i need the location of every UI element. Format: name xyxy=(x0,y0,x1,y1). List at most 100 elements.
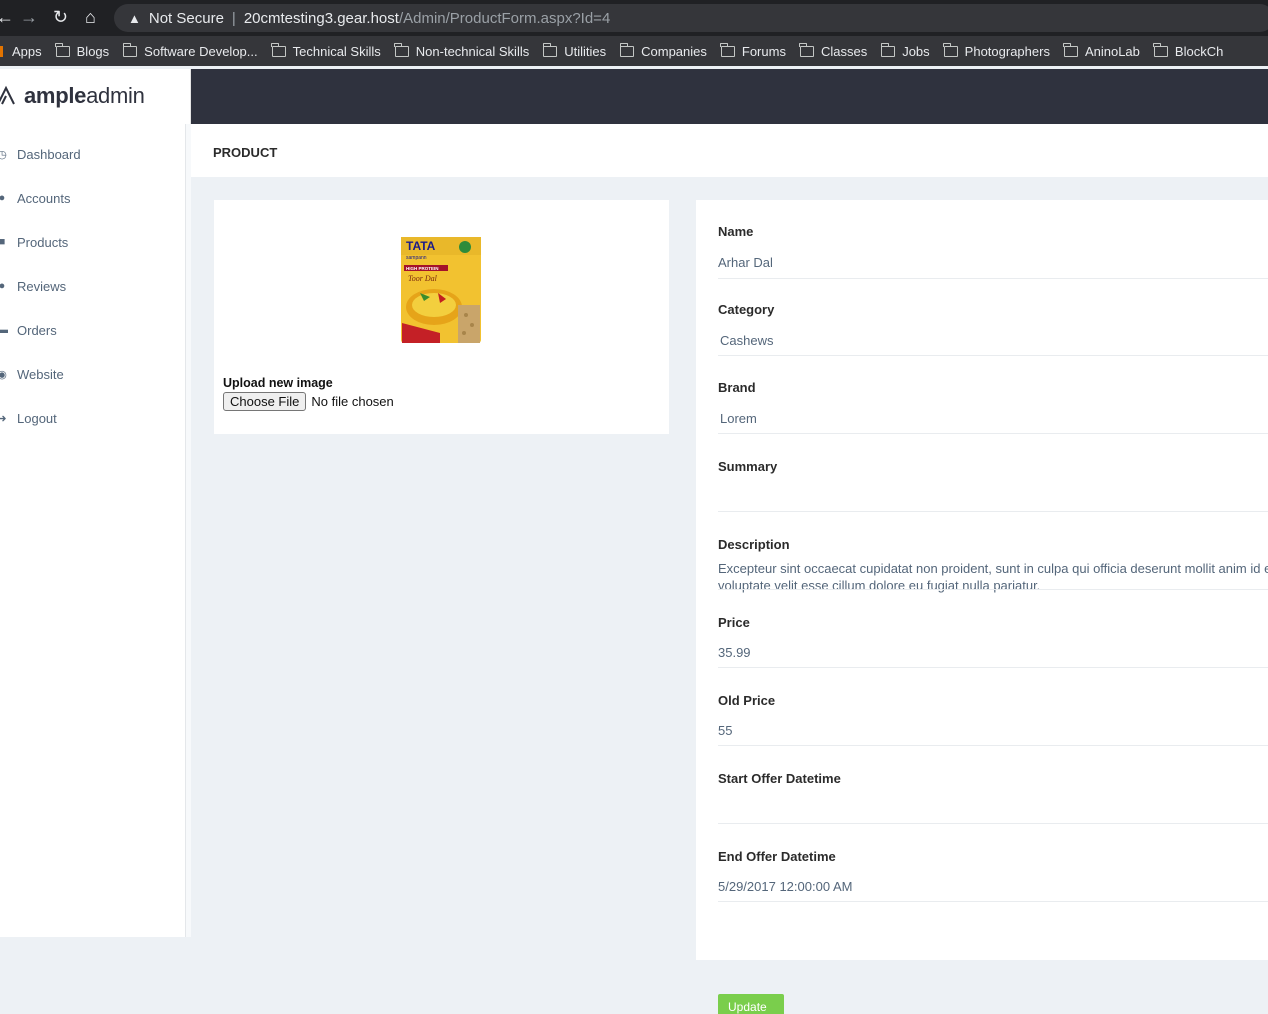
bookmark-folder[interactable]: Jobs xyxy=(880,42,930,59)
upload-image-label: Upload new image xyxy=(223,376,333,390)
end-offer-field: End Offer Datetime 5/29/2017 12:00:00 AM xyxy=(718,849,1268,905)
address-bar[interactable]: ▲ Not Secure | 20cmtesting3.gear.host /A… xyxy=(114,4,1268,32)
bookmark-folder[interactable]: BlockCh xyxy=(1153,42,1223,59)
reload-icon[interactable]: ↻ xyxy=(53,7,68,28)
brand-label: Brand xyxy=(718,380,756,395)
price-input[interactable]: 35.99 xyxy=(718,645,751,660)
sidebar-item-orders[interactable]: ▬ Orders xyxy=(0,318,57,342)
folder-icon xyxy=(542,42,558,57)
category-select[interactable]: Cashews xyxy=(720,333,773,348)
end-offer-input[interactable]: 5/29/2017 12:00:00 AM xyxy=(718,879,852,894)
folder-icon xyxy=(271,42,286,57)
folder-icon xyxy=(880,42,896,57)
svg-text:HIGH PROTEIN: HIGH PROTEIN xyxy=(406,266,439,271)
logo-text: ampleadmin xyxy=(24,83,145,108)
bookmark-folder[interactable]: Companies xyxy=(619,42,707,59)
users-icon: ● xyxy=(0,192,6,204)
no-file-chosen-text: No file chosen xyxy=(311,394,394,409)
brand-select[interactable]: Lorem xyxy=(720,411,757,426)
end-offer-label: End Offer Datetime xyxy=(718,849,836,864)
price-label: Price xyxy=(718,615,750,630)
bookmark-folder[interactable]: Non-technical Skills xyxy=(394,42,529,59)
logo[interactable]: ampleadmin xyxy=(0,69,191,124)
back-arrow-icon[interactable]: ← xyxy=(0,7,14,28)
product-form-card: Name Arhar Dal Category Cashews Brand Lo… xyxy=(696,200,1268,1014)
brand-select-underline xyxy=(718,433,1268,434)
bookmark-folder[interactable]: Forums xyxy=(720,42,786,59)
bookmark-folder[interactable]: Software Develop... xyxy=(122,42,258,59)
start-offer-label: Start Offer Datetime xyxy=(718,771,841,786)
bookmark-folder[interactable]: AninoLab xyxy=(1063,42,1140,59)
page-title-bar: PRODUCT xyxy=(191,124,1268,177)
not-secure-label: Not Secure xyxy=(148,9,224,27)
cart-icon: ▬ xyxy=(0,324,8,336)
summary-field: Summary xyxy=(718,459,1268,515)
sidebar-item-logout[interactable]: ➜ Logout xyxy=(0,406,57,430)
name-field: Name Arhar Dal xyxy=(718,224,1268,280)
summary-label: Summary xyxy=(718,459,778,474)
bookmark-folder[interactable]: Technical Skills xyxy=(271,42,381,59)
warning-icon: ▲ xyxy=(128,10,141,26)
globe-icon: ◉ xyxy=(0,368,7,381)
brand-field: Brand Lorem xyxy=(718,380,1268,436)
product-image-card: TATA sampann HIGH PROTEIN Toor Dal Uploa… xyxy=(214,200,669,434)
name-input[interactable]: Arhar Dal xyxy=(718,255,773,270)
folder-icon xyxy=(799,42,814,57)
bookmarks-bar: Apps Blogs Software Develop... Technical… xyxy=(0,36,1268,66)
url-separator: | xyxy=(231,9,236,27)
bookmark-folder[interactable]: Utilities xyxy=(542,42,606,59)
description-label: Description xyxy=(718,537,790,552)
start-offer-input-underline xyxy=(718,823,1268,824)
category-label: Category xyxy=(718,302,775,317)
start-offer-field: Start Offer Datetime xyxy=(718,771,1268,827)
bookmark-folder[interactable]: Photographers xyxy=(943,42,1050,59)
folder-icon xyxy=(122,42,138,57)
sidebar-item-accounts[interactable]: ● Accounts xyxy=(0,186,70,210)
summary-input-underline xyxy=(718,511,1268,512)
apps-grid-icon xyxy=(0,45,3,57)
svg-text:TATA: TATA xyxy=(406,239,436,253)
product-image: TATA sampann HIGH PROTEIN Toor Dal xyxy=(401,237,481,343)
sidebar-item-products[interactable]: ■ Products xyxy=(0,230,68,254)
page-title: PRODUCT xyxy=(213,145,278,160)
update-button[interactable]: Update xyxy=(718,994,784,1014)
category-field: Category Cashews xyxy=(718,302,1268,358)
home-icon[interactable]: ⌂ xyxy=(85,7,96,28)
bookmark-folder[interactable]: Classes xyxy=(799,42,867,59)
name-label: Name xyxy=(718,224,754,239)
sidebar-item-reviews[interactable]: ● Reviews xyxy=(0,274,66,298)
price-input-underline xyxy=(718,667,1268,668)
folder-icon xyxy=(619,42,635,57)
folder-icon xyxy=(1063,42,1078,57)
sidebar-item-website[interactable]: ◉ Website xyxy=(0,362,64,386)
admin-app: ampleadmin ◷ Dashboard ● Accounts ■ Product… xyxy=(0,69,1268,1014)
svg-text:Toor Dal: Toor Dal xyxy=(408,274,438,283)
sidebar-divider xyxy=(186,124,191,937)
url-path: /Admin/ProductForm.aspx?Id=4 xyxy=(398,9,611,27)
folder-icon xyxy=(394,42,409,57)
folder-icon xyxy=(1153,42,1168,57)
forward-arrow-icon[interactable]: → xyxy=(20,7,38,28)
old-price-input[interactable]: 55 xyxy=(718,723,732,738)
choose-file-button[interactable]: Choose File xyxy=(223,392,307,411)
description-field: Description Excepteur sint occaecat cupi… xyxy=(718,537,1268,593)
browser-toolbar: ← → ↻ ⌂ ▲ Not Secure | 20cmtesting3.gear… xyxy=(0,0,1268,36)
old-price-field: Old Price 55 xyxy=(718,693,1268,749)
comments-icon: ● xyxy=(0,280,6,292)
old-price-label: Old Price xyxy=(718,693,776,708)
shopping-bag-icon: ■ xyxy=(0,236,6,248)
bookmark-apps[interactable]: Apps xyxy=(0,44,42,59)
folder-icon xyxy=(943,42,958,57)
svg-text:sampann: sampann xyxy=(406,255,427,261)
name-input-underline xyxy=(718,278,1268,279)
file-input[interactable]: Choose File No file chosen xyxy=(223,392,394,411)
description-underline xyxy=(718,589,1268,590)
category-select-underline xyxy=(718,355,1268,356)
folder-icon xyxy=(55,42,70,57)
price-field: Price 35.99 xyxy=(718,615,1268,671)
bookmark-folder[interactable]: Blogs xyxy=(55,42,109,59)
clock-icon: ◷ xyxy=(0,148,7,161)
sidebar-item-dashboard[interactable]: ◷ Dashboard xyxy=(0,142,81,166)
folder-icon xyxy=(720,42,735,57)
end-offer-input-underline xyxy=(718,901,1268,902)
